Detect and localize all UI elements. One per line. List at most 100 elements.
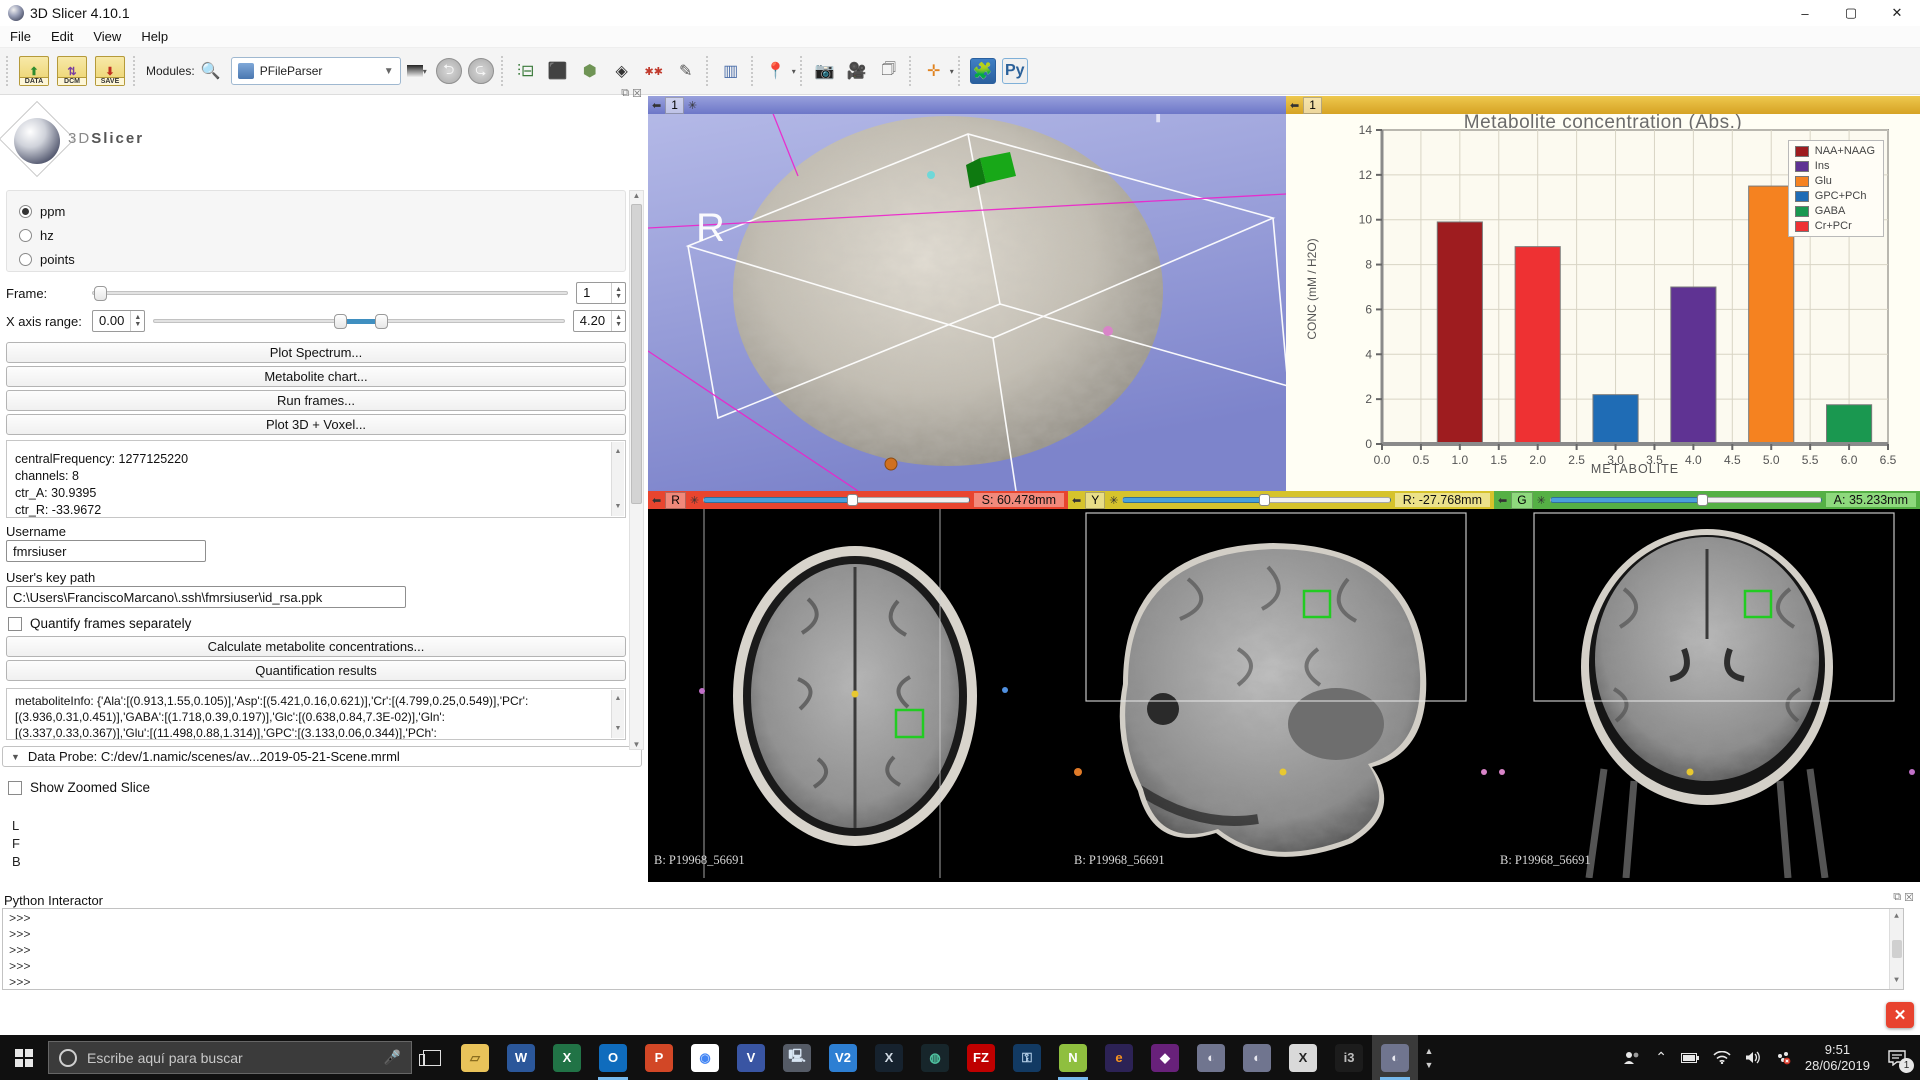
- taskbar-app-gitkraken[interactable]: ◍: [912, 1035, 958, 1080]
- taskbar-clock[interactable]: 9:51 28/06/2019: [1805, 1042, 1870, 1074]
- volume-cube-icon[interactable]: ⬛: [545, 58, 571, 84]
- metabolite-info-textbox[interactable]: metaboliteInfo: {'Ala':[(0.913,1.55,0.10…: [6, 688, 626, 740]
- action-center-button[interactable]: 1: [1884, 1045, 1910, 1071]
- coronal-slice-image[interactable]: B: P19968_56691: [1494, 509, 1920, 878]
- panel-scrollbar[interactable]: ▲▼: [629, 190, 644, 750]
- taskbar-app-v2-app[interactable]: V2: [820, 1035, 866, 1080]
- quantify-frames-checkbox-row[interactable]: Quantify frames separately: [8, 616, 191, 631]
- menu-edit[interactable]: Edit: [41, 29, 83, 44]
- save-button[interactable]: ⬇ SAVE: [95, 56, 125, 86]
- fiducials-icon[interactable]: ✱✱: [641, 58, 667, 84]
- plot-3d-voxel-button[interactable]: Plot 3D + Voxel...: [6, 414, 626, 435]
- calculate-concentrations-button[interactable]: Calculate metabolite concentrations...: [6, 636, 626, 657]
- plot-spectrum-button[interactable]: Plot Spectrum...: [6, 342, 626, 363]
- collapse-triangle-icon[interactable]: ▼: [11, 752, 20, 762]
- markups-place-icon[interactable]: 📍: [763, 58, 789, 84]
- load-data-button[interactable]: ⬆ DATA: [19, 56, 49, 86]
- crosshair-icon[interactable]: ✛: [921, 58, 947, 84]
- slice-options-icon[interactable]: ✳: [1537, 494, 1546, 507]
- taskbar-app-slicer-active[interactable]: ◐: [1372, 1035, 1418, 1080]
- panel-popout-icon[interactable]: ⧉: [621, 87, 629, 100]
- module-search-icon[interactable]: 🔍: [198, 58, 224, 84]
- pin-icon[interactable]: ⬅: [1072, 494, 1081, 507]
- red-slice-tab[interactable]: R: [665, 492, 686, 509]
- taskbar-app-eclipse[interactable]: e: [1096, 1035, 1142, 1080]
- metabolite-scrollbar[interactable]: ▲▼: [611, 690, 624, 738]
- taskbar-app-powerpoint[interactable]: P: [636, 1035, 682, 1080]
- dicom-button[interactable]: ⇅ DCM: [57, 56, 87, 86]
- taskbar-app-word[interactable]: W: [498, 1035, 544, 1080]
- taskbar-app-chrome[interactable]: ◉: [682, 1035, 728, 1080]
- sagittal-slice-image[interactable]: B: P19968_56691: [1068, 509, 1494, 878]
- show-zoomed-slice-row[interactable]: Show Zoomed Slice: [8, 780, 150, 795]
- green-slice-header[interactable]: ⬅ G ✳ A: 35.233mm: [1494, 491, 1920, 509]
- sync-error-icon[interactable]: [1775, 1051, 1791, 1065]
- scroll-up-icon[interactable]: ▲: [1425, 1046, 1434, 1056]
- show-zoomed-slice-checkbox[interactable]: [8, 781, 22, 795]
- radio-ppm-control[interactable]: [19, 205, 32, 218]
- taskbar-app-notepad-plus[interactable]: N: [1050, 1035, 1096, 1080]
- taskbar-app-file-explorer[interactable]: ▱: [452, 1035, 498, 1080]
- menu-help[interactable]: Help: [131, 29, 178, 44]
- xaxis-max-spinbox[interactable]: 4.20 ▲▼: [573, 310, 626, 332]
- people-icon[interactable]: [1623, 1051, 1641, 1065]
- slice-options-icon[interactable]: ✳: [690, 494, 699, 507]
- radio-points[interactable]: points: [19, 247, 613, 271]
- chart-layout-icon[interactable]: ▥: [718, 58, 744, 84]
- info-scrollbar[interactable]: ▲▼: [611, 442, 624, 516]
- minimize-button[interactable]: –: [1782, 0, 1828, 26]
- taskbar-app-excel[interactable]: X: [544, 1035, 590, 1080]
- history-forward-button[interactable]: ⮎: [468, 58, 494, 84]
- taskbar-app-slicer-1[interactable]: ◐: [1188, 1035, 1234, 1080]
- module-selector-combobox[interactable]: PFileParser ▼: [231, 57, 401, 85]
- slice-stack-icon[interactable]: ◈: [609, 58, 635, 84]
- data-probe-bar[interactable]: ▼ Data Probe: C:/dev/1.namic/scenes/av..…: [2, 746, 642, 767]
- screenshot-icon[interactable]: 📷: [812, 58, 838, 84]
- quantify-frames-checkbox[interactable]: [8, 617, 22, 631]
- frame-slider[interactable]: [92, 285, 568, 301]
- xaxis-min-spinbox[interactable]: 0.00 ▲▼: [92, 310, 145, 332]
- radio-points-control[interactable]: [19, 253, 32, 266]
- python-console-icon[interactable]: Py: [1002, 58, 1028, 84]
- taskbar-app-filezilla[interactable]: FZ: [958, 1035, 1004, 1080]
- taskbar-app-slicer-2[interactable]: ◐: [1234, 1035, 1280, 1080]
- taskbar-app-xquartz[interactable]: X: [1280, 1035, 1326, 1080]
- threed-view[interactable]: R P ⬅ 1 ✳: [648, 96, 1286, 491]
- chart-view[interactable]: ⬅ 1 Metabolite concentration (Abs.) 0246…: [1286, 96, 1920, 491]
- volume-rendering-icon[interactable]: ⬢: [577, 58, 603, 84]
- username-input[interactable]: fmrsiuser: [6, 540, 206, 562]
- run-frames-button[interactable]: Run frames...: [6, 390, 626, 411]
- taskbar-app-visual-studio[interactable]: ◆: [1142, 1035, 1188, 1080]
- history-back-button[interactable]: ⮌: [436, 58, 462, 84]
- radio-ppm[interactable]: ppm: [19, 199, 613, 223]
- battery-icon[interactable]: [1681, 1053, 1699, 1063]
- yellow-slice-slider[interactable]: [1122, 494, 1390, 506]
- taskbar-app-remote-desktop[interactable]: 🖳: [774, 1035, 820, 1080]
- task-view-button[interactable]: [412, 1035, 452, 1080]
- taskbar-app-mplab-x-ide[interactable]: X: [866, 1035, 912, 1080]
- pin-icon[interactable]: ⬅: [652, 99, 661, 112]
- taskbar-app-visio[interactable]: V: [728, 1035, 774, 1080]
- radio-hz[interactable]: hz: [19, 223, 613, 247]
- hidden-icons-chevron[interactable]: ⌃: [1655, 1049, 1667, 1066]
- microphone-icon[interactable]: 🎤: [384, 1049, 401, 1066]
- pin-icon[interactable]: ⬅: [652, 494, 661, 507]
- layout-selector-button[interactable]: ▾: [404, 58, 430, 84]
- scroll-down-icon[interactable]: ▼: [1425, 1060, 1434, 1070]
- scene-views-icon[interactable]: 🗇: [876, 58, 902, 84]
- metabolite-chart-button[interactable]: Metabolite chart...: [6, 366, 626, 387]
- threed-view-header[interactable]: ⬅ 1 ✳: [648, 96, 1286, 114]
- yellow-slice-tab[interactable]: Y: [1085, 492, 1105, 509]
- extensions-manager-icon[interactable]: 🧩: [970, 58, 996, 84]
- volume-icon[interactable]: [1745, 1051, 1761, 1064]
- quantification-results-button[interactable]: Quantification results: [6, 660, 626, 681]
- taskbar-search[interactable]: Escribe aquí para buscar 🎤: [48, 1041, 412, 1074]
- green-slice-tab[interactable]: G: [1511, 492, 1532, 509]
- wifi-icon[interactable]: [1713, 1051, 1731, 1064]
- red-slice-slider[interactable]: [703, 494, 970, 506]
- red-slice-header[interactable]: ⬅ R ✳ S: 60.478mm: [648, 491, 1068, 509]
- slice-options-icon[interactable]: ✳: [1109, 494, 1118, 507]
- taskbar-app-outlook[interactable]: O: [590, 1035, 636, 1080]
- python-scrollbar[interactable]: ▲▼: [1889, 909, 1903, 989]
- header-info-textbox[interactable]: centralFrequency: 1277125220 channels: 8…: [6, 440, 626, 518]
